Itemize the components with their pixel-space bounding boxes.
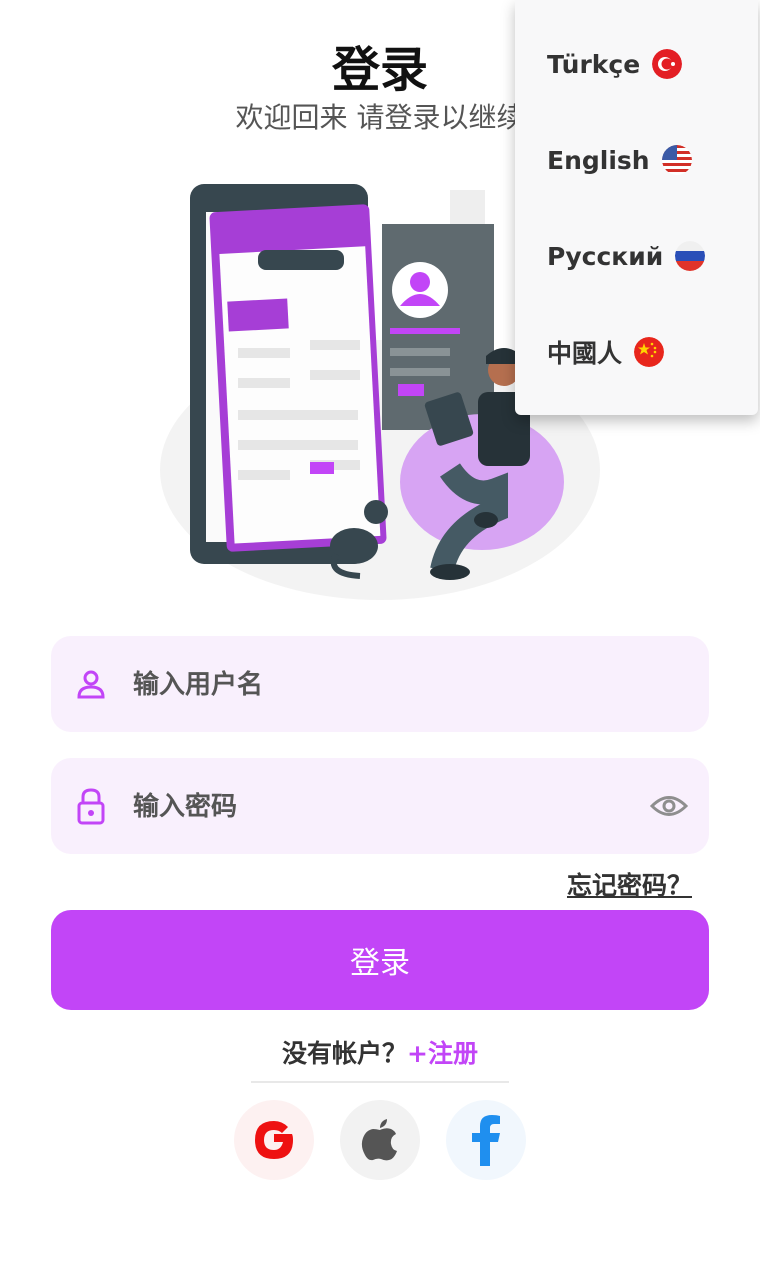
google-icon — [255, 1121, 293, 1159]
apple-icon — [361, 1119, 397, 1161]
language-item-chinese[interactable]: 中國人 — [547, 332, 665, 372]
language-label: 中國人 — [547, 339, 623, 368]
password-input[interactable] — [131, 758, 629, 856]
login-button[interactable]: 登录 — [51, 910, 709, 1010]
apple-login-button[interactable] — [340, 1100, 420, 1180]
china-flag-icon — [634, 337, 665, 367]
language-item-turkish[interactable]: Türkçe — [547, 44, 683, 84]
register-link[interactable]: +注册 — [407, 1039, 478, 1068]
language-label: Türkçe — [547, 49, 641, 79]
russia-flag-icon — [675, 241, 706, 271]
language-label: English — [547, 145, 650, 175]
username-field[interactable] — [51, 636, 709, 734]
language-label: Русский — [547, 241, 664, 271]
facebook-login-button[interactable] — [446, 1100, 526, 1180]
facebook-icon — [472, 1115, 500, 1166]
language-menu: Türkçe English Русский 中國人 — [515, 0, 758, 415]
no-account-text: 没有帐户？ — [282, 1039, 408, 1068]
language-item-russian[interactable]: Русский — [547, 236, 706, 276]
eye-icon[interactable] — [649, 786, 689, 826]
lock-icon — [75, 786, 107, 826]
language-item-english[interactable]: English — [547, 140, 692, 180]
password-field[interactable] — [51, 758, 709, 856]
us-flag-icon — [661, 145, 692, 175]
no-account-row: 没有帐户？+注册 — [0, 1034, 760, 1070]
user-icon — [75, 664, 107, 704]
forgot-password-link[interactable]: 忘记密码？ — [567, 866, 692, 902]
google-login-button[interactable] — [234, 1100, 314, 1180]
turkey-flag-icon — [652, 49, 683, 79]
divider — [251, 1081, 509, 1083]
username-input[interactable] — [131, 636, 629, 734]
